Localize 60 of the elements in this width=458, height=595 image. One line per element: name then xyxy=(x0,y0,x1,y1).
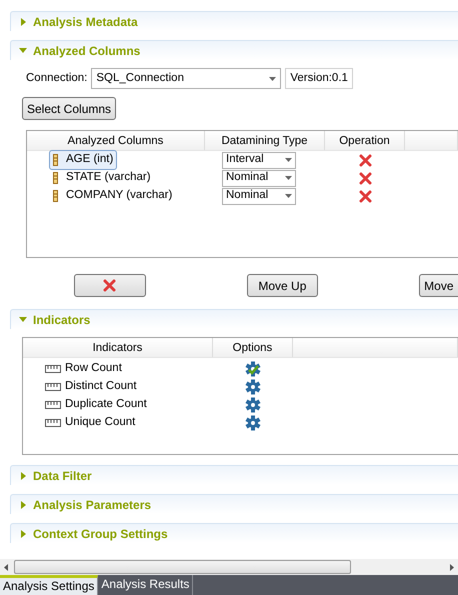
column-header: Operation xyxy=(325,131,405,150)
tab[interactable]: Analysis Results xyxy=(98,575,194,595)
column-item[interactable]: COMPANY (varchar) xyxy=(49,187,176,205)
delete-icon[interactable] xyxy=(358,154,372,166)
delete-icon[interactable] xyxy=(358,172,372,184)
indicator-icon xyxy=(45,365,61,373)
section-title: Data Filter xyxy=(33,468,92,484)
column-name: AGE (int) xyxy=(66,152,114,168)
delete-button[interactable] xyxy=(74,274,146,297)
indicator-name: Distinct Count xyxy=(65,379,137,394)
indicator-name: Duplicate Count xyxy=(65,397,147,412)
tab[interactable]: Analysis Settings xyxy=(0,575,98,595)
section-title: Indicators xyxy=(33,312,90,328)
expand-icon[interactable] xyxy=(19,472,27,480)
caret-icon xyxy=(285,158,292,162)
column-name: COMPANY (varchar) xyxy=(66,188,172,204)
column-item[interactable]: STATE (varchar) xyxy=(49,169,155,187)
section-title: Context Group Settings xyxy=(33,526,168,542)
column-icon xyxy=(53,172,58,184)
version-label: Version:0.1 xyxy=(285,68,353,89)
type-dropdown[interactable]: Interval xyxy=(222,152,296,168)
column-name: STATE (varchar) xyxy=(66,170,151,186)
move-up-button[interactable]: Move Up xyxy=(246,274,318,297)
section-title: Analyzed Columns xyxy=(33,42,140,60)
column-item[interactable]: AGE (int) xyxy=(49,150,118,170)
expand-icon[interactable] xyxy=(19,500,27,508)
caret-icon xyxy=(285,176,292,180)
indicator-name: Row Count xyxy=(65,361,122,376)
connection-dropdown[interactable]: SQL_Connection xyxy=(91,68,282,89)
collapse-icon[interactable] xyxy=(19,316,27,324)
select-columns-button[interactable]: Select Columns xyxy=(22,97,116,120)
column-icon xyxy=(53,190,58,202)
section-title: Analysis Parameters xyxy=(33,496,152,514)
column-icon xyxy=(53,154,58,166)
type-dropdown[interactable]: Nominal xyxy=(222,188,296,204)
column-header: Datamining Type xyxy=(205,131,325,150)
settings-icon[interactable] xyxy=(245,415,261,431)
expand-icon[interactable] xyxy=(19,18,27,26)
delete-icon[interactable] xyxy=(358,190,372,202)
indicator-icon xyxy=(45,419,61,427)
move-down-button[interactable]: Move xyxy=(419,274,458,297)
delete-icon xyxy=(103,279,116,292)
indicator-name: Unique Count xyxy=(65,415,136,430)
indicator-icon xyxy=(45,383,61,391)
section-title: Analysis Metadata xyxy=(33,14,138,30)
type-dropdown[interactable]: Nominal xyxy=(222,170,296,186)
caret-icon xyxy=(285,194,292,198)
indicator-icon xyxy=(45,401,61,409)
scrollbar-thumb[interactable] xyxy=(14,560,351,574)
column-header: Indicators xyxy=(23,338,213,357)
settings-icon[interactable] xyxy=(245,397,261,413)
settings-icon[interactable] xyxy=(245,379,261,395)
scroll-left-icon[interactable] xyxy=(4,564,8,570)
connection-label: Connection: xyxy=(26,70,88,86)
column-header: Options xyxy=(213,338,293,357)
scroll-right-icon[interactable] xyxy=(450,564,454,570)
collapse-icon[interactable] xyxy=(19,46,27,54)
expand-icon[interactable] xyxy=(19,530,27,538)
settings-check-icon[interactable] xyxy=(245,361,261,377)
caret-icon xyxy=(269,76,276,80)
